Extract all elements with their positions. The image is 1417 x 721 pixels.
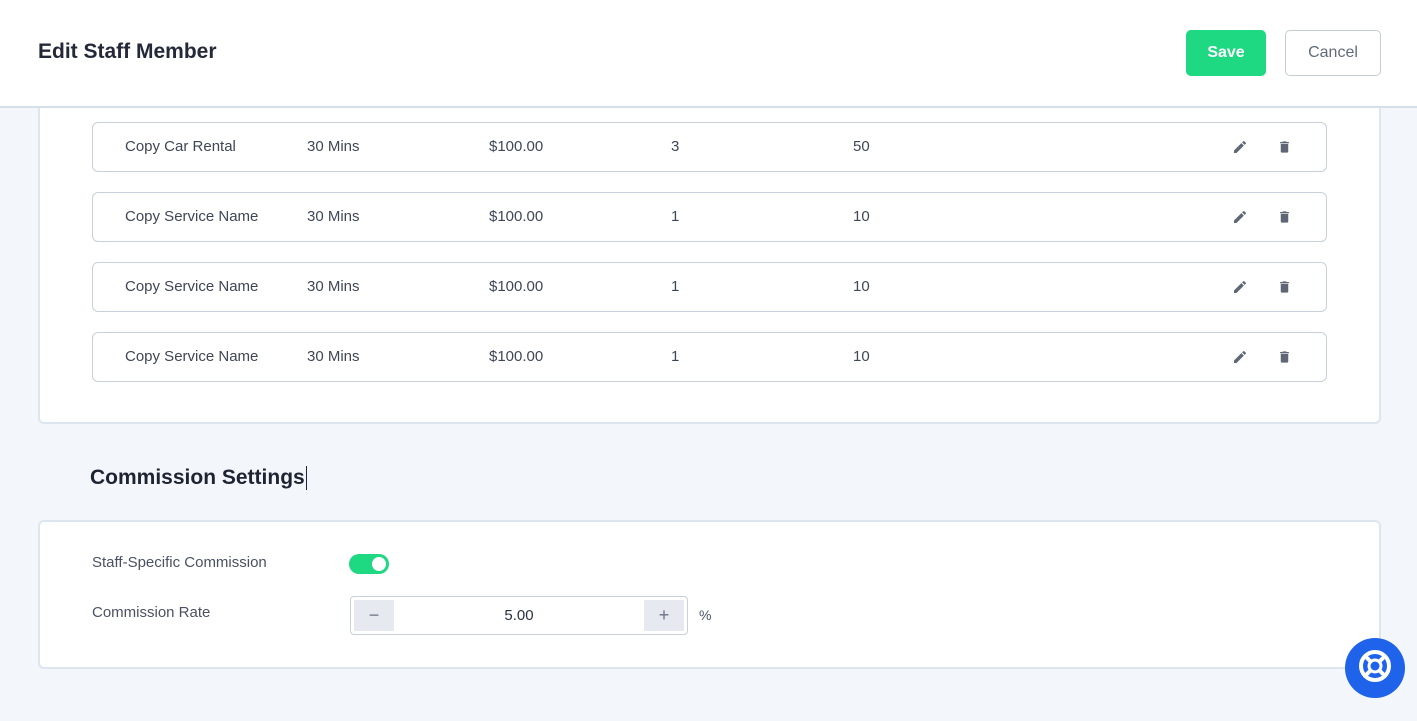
trash-icon[interactable]	[1275, 278, 1293, 296]
service-capacity: 1	[671, 348, 680, 365]
section-title-text: Commission Settings	[90, 466, 305, 489]
commission-rate-input[interactable]	[397, 600, 641, 631]
table-row: Copy Service Name 30 Mins $100.00 1 10	[92, 192, 1327, 242]
service-min-value: 10	[853, 278, 870, 295]
pencil-icon[interactable]	[1231, 348, 1249, 366]
service-min-value: 10	[853, 348, 870, 365]
service-price: $100.00	[489, 348, 544, 365]
trash-icon[interactable]	[1275, 138, 1293, 156]
commission-card	[38, 520, 1381, 669]
service-min-value: 10	[853, 208, 870, 225]
service-price: $100.00	[489, 138, 544, 155]
table-row: Copy Car Rental 30 Mins $100.00 3 50	[92, 122, 1327, 172]
toggle-knob	[372, 557, 386, 571]
table-row: Copy Service Name 30 Mins $100.00 1 10	[92, 332, 1327, 382]
save-button[interactable]: Save	[1186, 30, 1266, 76]
help-button[interactable]	[1345, 638, 1405, 698]
pencil-icon[interactable]	[1231, 138, 1249, 156]
page-header: Edit Staff Member Save Cancel	[0, 0, 1417, 108]
trash-icon[interactable]	[1275, 208, 1293, 226]
lifebuoy-icon	[1358, 649, 1392, 688]
service-price: $100.00	[489, 208, 544, 225]
commission-rate-label: Commission Rate	[92, 604, 211, 621]
service-capacity: 1	[671, 278, 680, 295]
staff-specific-commission-toggle[interactable]	[349, 554, 389, 574]
service-name: Copy Service Name	[125, 348, 259, 365]
decrement-button[interactable]: −	[354, 600, 394, 631]
text-caret	[305, 466, 307, 491]
pencil-icon[interactable]	[1231, 208, 1249, 226]
table-row: Copy Service Name 30 Mins $100.00 1 10	[92, 262, 1327, 312]
commission-settings-title: Commission Settings	[90, 464, 307, 492]
service-min-value: 50	[853, 138, 870, 155]
service-price: $100.00	[489, 278, 544, 295]
service-duration: 30 Mins	[307, 348, 360, 365]
page-title: Edit Staff Member	[38, 40, 217, 63]
cancel-button[interactable]: Cancel	[1285, 30, 1381, 76]
service-duration: 30 Mins	[307, 138, 360, 155]
service-name: Copy Service Name	[125, 278, 259, 295]
service-duration: 30 Mins	[307, 208, 360, 225]
commission-rate-stepper: − +	[350, 596, 688, 635]
increment-button[interactable]: +	[644, 600, 684, 631]
pencil-icon[interactable]	[1231, 278, 1249, 296]
service-capacity: 1	[671, 208, 680, 225]
trash-icon[interactable]	[1275, 348, 1293, 366]
service-name: Copy Service Name	[125, 208, 259, 225]
service-name: Copy Car Rental	[125, 138, 236, 155]
service-capacity: 3	[671, 138, 680, 155]
staff-specific-commission-label: Staff-Specific Commission	[92, 554, 267, 571]
percent-unit: %	[699, 607, 712, 623]
service-duration: 30 Mins	[307, 278, 360, 295]
